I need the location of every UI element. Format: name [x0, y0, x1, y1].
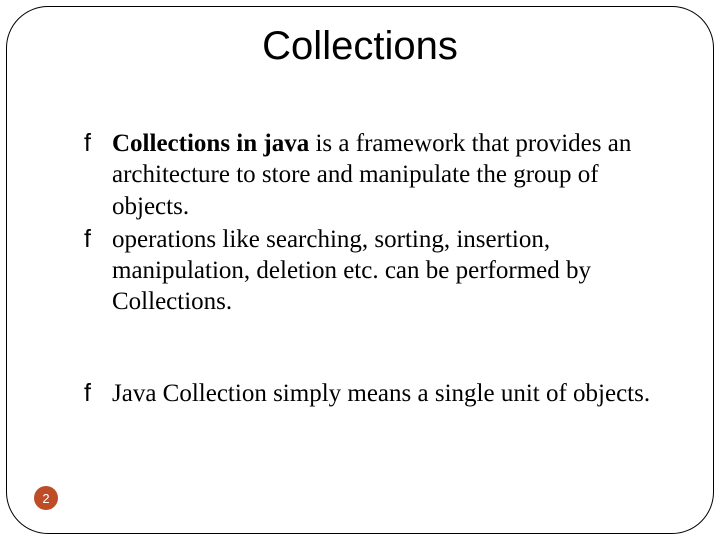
bullet-text: operations like searching, sorting, inse… — [112, 226, 591, 316]
bullet-icon: f — [84, 378, 91, 409]
bullet-icon: f — [84, 128, 91, 159]
bullet-bold: Collections in java — [112, 130, 309, 157]
slide-content: f Collections in java is a framework tha… — [84, 128, 660, 411]
bullet-item: f Collections in java is a framework tha… — [84, 128, 660, 222]
bullet-text: Java Collection simply means a single un… — [112, 380, 650, 407]
page-number-badge: 2 — [34, 486, 58, 510]
page-number: 2 — [42, 491, 49, 506]
bullet-icon: f — [84, 224, 91, 255]
bullet-item: f operations like searching, sorting, in… — [84, 224, 660, 318]
slide-title: Collections — [0, 24, 720, 69]
bullet-item: f Java Collection simply means a single … — [84, 378, 660, 409]
slide: Collections f Collections in java is a f… — [0, 0, 720, 540]
spacer — [84, 320, 660, 378]
